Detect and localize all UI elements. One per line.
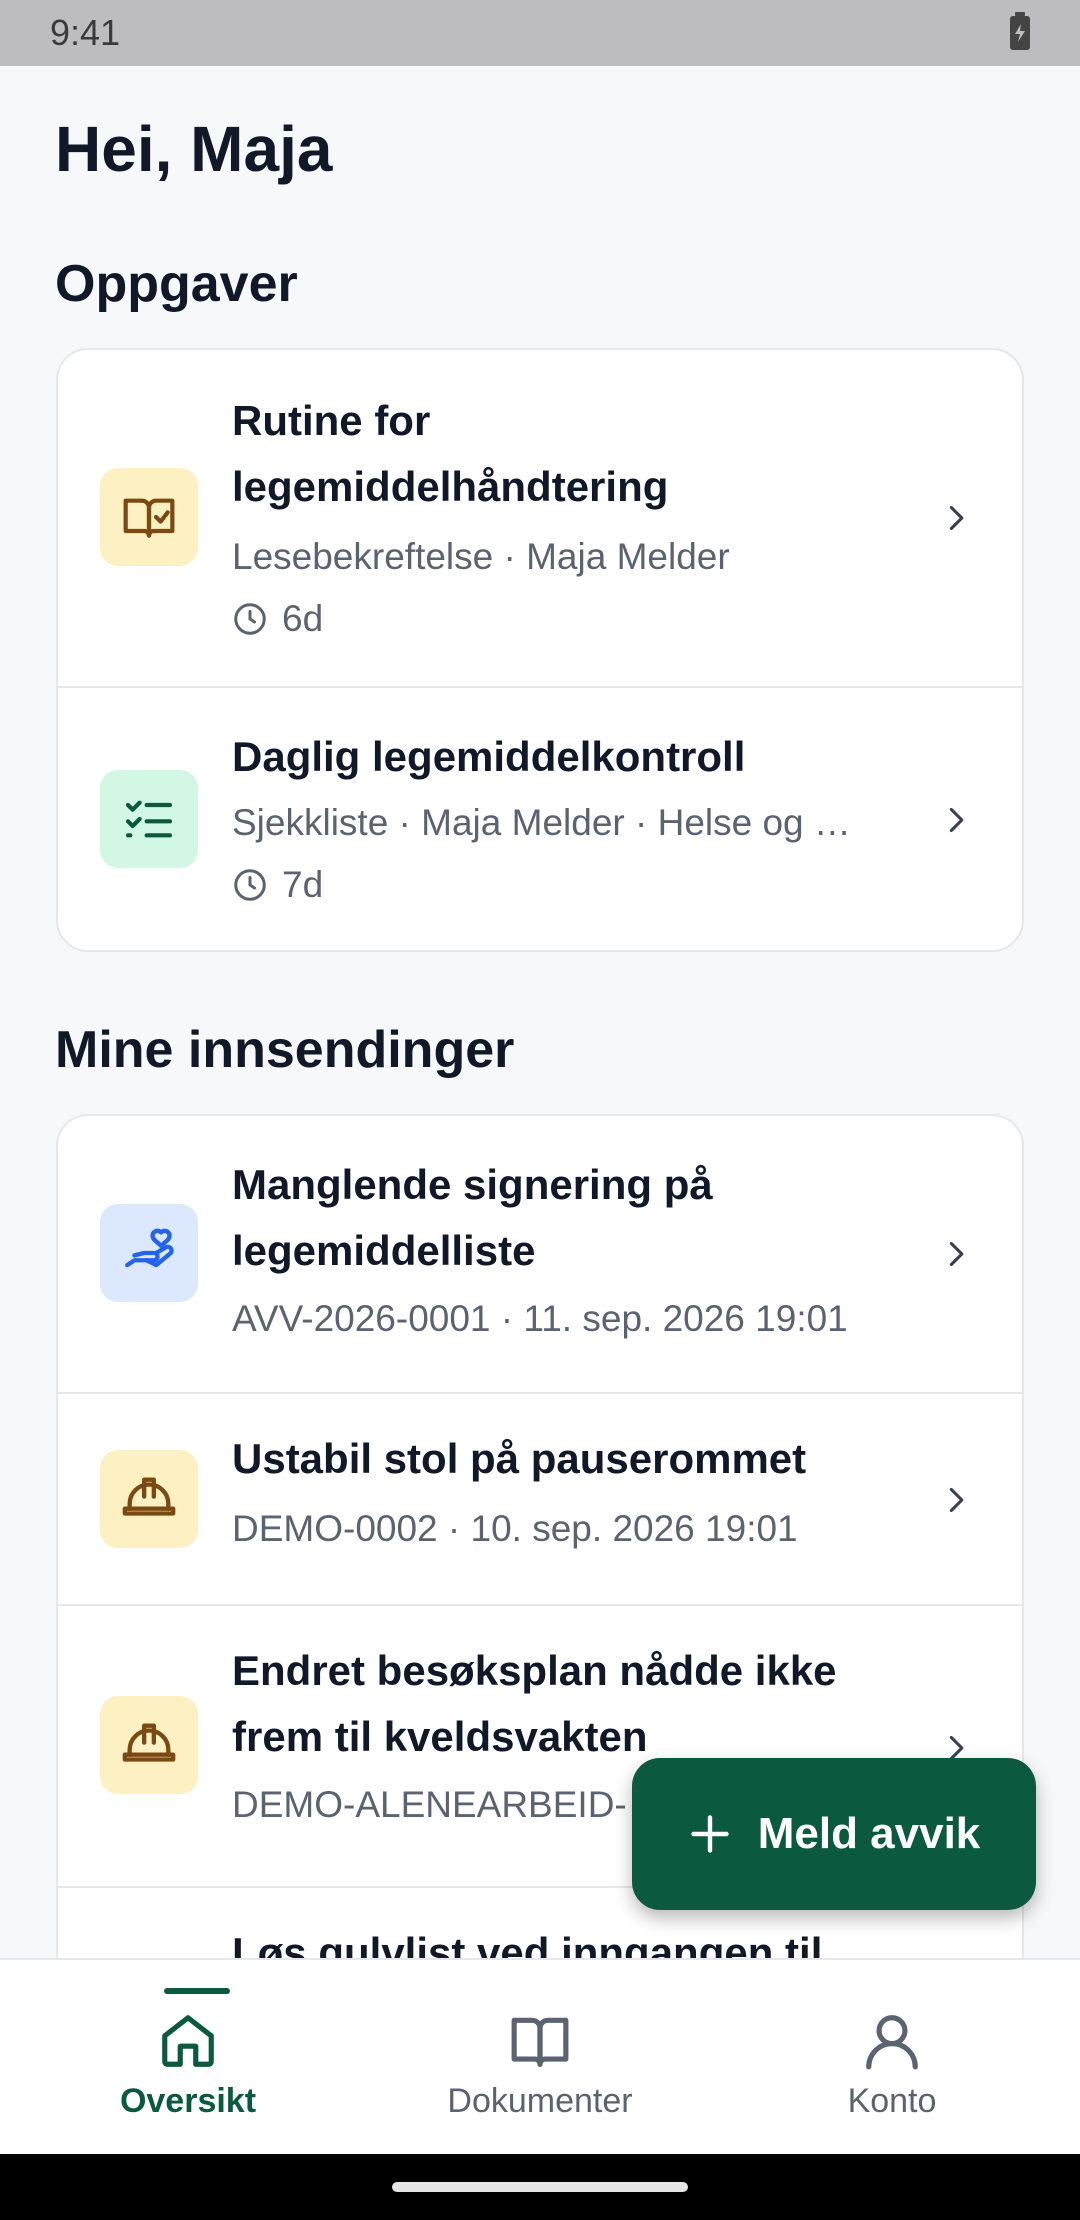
submissions-section-title: Mine innsendinger	[55, 1021, 515, 1079]
fab-label: Meld avvik	[757, 1809, 981, 1858]
nav-label-account: Konto	[847, 2082, 937, 2120]
hand-heart-icon	[100, 1204, 198, 1302]
submission-item[interactable]: Manglende signering på legemiddelliste A…	[58, 1116, 1022, 1392]
nav-label-documents: Dokumenter	[447, 2082, 633, 2120]
system-gesture-bar	[0, 2154, 1080, 2220]
chevron-right-icon	[949, 1487, 964, 1513]
chevron-right-icon	[949, 1241, 964, 1267]
submission-title-line1: Manglende signering på	[232, 1161, 713, 1208]
submission-title-line2: legemiddelliste	[232, 1227, 536, 1274]
task-due-label: 6d	[282, 598, 324, 639]
nav-item-overview[interactable]: Oversikt	[8, 1960, 368, 2156]
main-content[interactable]: Hei, Maja Oppgaver Rutine for legemiddel…	[0, 66, 1080, 1958]
task-due: 7d	[232, 864, 323, 906]
tasks-section-title: Oppgaver	[55, 255, 298, 313]
bottom-navigation: Oversikt Dokumenter Konto	[0, 1958, 1080, 2154]
chevron-right-icon	[949, 807, 964, 833]
hard-hat-icon	[100, 1450, 198, 1548]
submission-title-line1: Løs gulvlist ved inngangen til	[232, 1929, 823, 1958]
task-item-daily-control[interactable]: Daglig legemiddelkontroll Sjekkliste · M…	[58, 686, 1022, 950]
book-icon	[511, 2017, 569, 2067]
submission-title-line1: Endret besøksplan nådde ikke	[232, 1647, 837, 1694]
nav-label-overview: Oversikt	[119, 2082, 257, 2120]
tasks-card: Rutine for legemiddelhåndtering Lesebekr…	[56, 348, 1024, 952]
nav-item-account[interactable]: Konto	[712, 1960, 1072, 2156]
book-check-icon	[100, 468, 198, 566]
task-item-medication-routine[interactable]: Rutine for legemiddelhåndtering Lesebekr…	[58, 350, 1022, 686]
task-due-label: 7d	[282, 864, 324, 905]
user-icon	[866, 2015, 918, 2070]
clock-icon	[234, 603, 266, 635]
status-bar: 9:41	[0, 0, 1080, 66]
plus-icon	[691, 1815, 729, 1853]
home-gesture-handle[interactable]	[392, 2182, 688, 2192]
task-title-line1: Rutine for	[232, 397, 431, 444]
submission-item[interactable]: Ustabil stol på pauserommet DEMO-0002 · …	[58, 1392, 1022, 1604]
checklist-icon	[100, 770, 198, 868]
submission-title: Ustabil stol på pauserommet	[232, 1435, 807, 1482]
task-title-line2: legemiddelhåndtering	[232, 463, 669, 510]
task-due: 6d	[232, 598, 323, 640]
task-subtitle: Sjekkliste · Maja Melder · Helse og …	[232, 802, 851, 843]
nav-item-documents[interactable]: Dokumenter	[360, 1960, 720, 2156]
submission-subtitle: AVV-2026-0001 · 11. sep. 2026 19:01	[232, 1298, 848, 1339]
home-icon	[162, 2015, 214, 2067]
chevron-right-icon	[949, 505, 964, 531]
report-deviation-button[interactable]: Meld avvik	[632, 1758, 1036, 1910]
task-title: Daglig legemiddelkontroll	[232, 733, 746, 780]
greeting: Hei, Maja	[55, 113, 333, 185]
battery-icon	[1010, 12, 1030, 50]
status-time: 9:41	[50, 12, 121, 53]
nav-active-indicator	[164, 1988, 230, 1994]
submission-subtitle: DEMO-0002 · 10. sep. 2026 19:01	[232, 1508, 798, 1549]
task-subtitle: Lesebekreftelse · Maja Melder	[232, 536, 730, 577]
hard-hat-icon	[100, 1696, 198, 1794]
clock-icon	[234, 869, 266, 901]
